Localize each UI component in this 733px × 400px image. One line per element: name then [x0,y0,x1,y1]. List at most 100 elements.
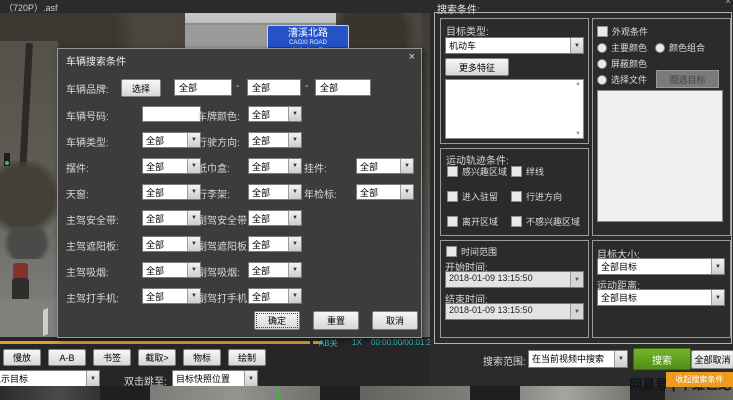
snapshot-thumbnail[interactable] [150,386,320,400]
travel-direction-checkbox[interactable] [511,191,522,202]
dropdown-arrow-icon[interactable]: ▼ [570,304,583,319]
enter-dwell-checkbox-row[interactable]: 进入驻留 [447,190,511,203]
leave-region-checkbox-row[interactable]: 离开区域 [447,215,511,228]
inspection-mark-select[interactable]: 全部▼ [356,184,414,200]
dropdown-arrow-icon[interactable]: ▼ [288,289,301,303]
dropdown-arrow-icon[interactable]: ▼ [288,185,301,199]
scroll-up-icon[interactable]: ▲ [575,81,581,87]
driver-seatbelt-select[interactable]: 全部▼ [142,210,201,226]
a-b-button[interactable]: A-B [48,349,86,366]
cancel-all-button[interactable]: 全部取消 [691,350,733,369]
bookmark-button[interactable]: 书签 [93,349,131,366]
appearance-checkbox-row[interactable]: 外观条件 [597,25,648,38]
brand-level1-box[interactable]: 全部 [174,79,232,96]
dropdown-arrow-icon[interactable]: ▼ [86,371,99,386]
driver-smoking-label: 主驾吸烟: [66,264,109,279]
snapshot-thumbnail[interactable] [0,386,100,400]
dropdown-arrow-icon[interactable]: ▼ [288,133,301,147]
dropdown-arrow-icon[interactable]: ▼ [400,159,413,173]
tissue-box-select[interactable]: 全部▼ [248,158,302,174]
non-interest-region-checkbox[interactable] [511,216,522,227]
choose-file-radio[interactable] [597,75,607,85]
end-time-select[interactable]: 2018-01-09 13:15:50▼ [445,303,584,320]
brand-select-button[interactable]: 选择 [121,79,161,97]
reset-button[interactable]: 重置 [313,311,359,330]
leave-region-checkbox[interactable] [447,216,458,227]
passenger-smoking-select[interactable]: 全部▼ [248,262,302,278]
dialog-form-rows: 车辆号码:车牌颜色:全部▼车辆类型:全部▼行驶方向:全部▼摆件:全部▼纸巾盒:全… [58,106,421,314]
cancel-button[interactable]: 取消 [372,311,418,330]
snapshot-thumbnail[interactable] [520,386,630,400]
search-range-select[interactable]: 在当前视频中搜索▼ [528,350,628,368]
vehicle-type-select[interactable]: 全部▼ [142,132,201,148]
more-features-button[interactable]: 更多特征 [445,58,509,76]
dropdown-arrow-icon[interactable]: ▼ [288,263,301,277]
passenger-seatbelt-select[interactable]: 全部▼ [248,210,302,226]
interest-region-checkbox[interactable] [447,166,458,177]
close-icon[interactable]: × [409,51,415,63]
interest-region-checkbox-row[interactable]: 感兴趣区域 [447,165,511,178]
start-time-select[interactable]: 2018-01-09 13:15:50▼ [445,271,584,288]
ornament-select[interactable]: 全部▼ [142,158,201,174]
target-type-select[interactable]: 机动车▼ [445,37,584,54]
dropdown-arrow-icon[interactable]: ▼ [288,107,301,121]
enter-dwell-checkbox[interactable] [447,191,458,202]
travel-direction-checkbox-row[interactable]: 行进方向 [511,190,584,203]
brand-level2-box[interactable]: 全部 [247,79,301,96]
time-range-checkbox[interactable] [446,246,457,257]
dropdown-arrow-icon[interactable]: ▼ [288,211,301,225]
mask-color-radio[interactable] [597,59,607,69]
feature-listbox[interactable]: ▲ ▼ [445,79,584,139]
ok-button[interactable]: 确定 [254,311,300,330]
plate-color-select[interactable]: 全部▼ [248,106,302,122]
dropdown-arrow-icon[interactable]: ▼ [288,237,301,251]
collapse-search-button[interactable]: 收起搜索条件 [666,372,733,387]
color-combo-radio[interactable] [655,43,665,53]
dropdown-arrow-icon[interactable]: ▼ [711,259,724,274]
driver-smoking-select[interactable]: 全部▼ [142,262,201,278]
movement-distance-select[interactable]: 全部目标▼ [597,289,725,306]
object-mark-button[interactable]: 物标 [183,349,221,366]
scroll-up-icon[interactable]: ^ [726,0,730,8]
seek-bar[interactable] [0,341,310,344]
vehicle-number-input[interactable] [142,106,201,122]
circle-target-button[interactable]: 圈选目标 [656,70,719,88]
search-button[interactable]: 搜索 [633,348,691,370]
dropdown-arrow-icon[interactable]: ▼ [400,185,413,199]
driver-sun-visor-select[interactable]: 全部▼ [142,236,201,252]
sunroof-select[interactable]: 全部▼ [142,184,201,200]
trip-line-checkbox-row[interactable]: 绊线 [511,165,584,178]
appearance-checkbox[interactable] [597,26,608,37]
driver-phone-select[interactable]: 全部▼ [142,288,201,304]
pendant-select[interactable]: 全部▼ [356,158,414,174]
show-target-select[interactable]: 显示目标▼ [0,370,100,387]
scroll-down-icon[interactable]: ▼ [575,131,581,137]
draw-button[interactable]: 绘制 [228,349,266,366]
time-range-checkbox-row[interactable]: 时间范围 [446,245,497,258]
choose-file-radio-row[interactable]: 选择文件 [597,73,647,86]
brand-level3-box[interactable]: 全部 [315,79,371,96]
dropdown-arrow-icon[interactable]: ▼ [570,272,583,287]
driving-direction-select[interactable]: 全部▼ [248,132,302,148]
dropdown-arrow-icon[interactable]: ▼ [711,290,724,305]
dropdown-arrow-icon[interactable]: ▼ [288,159,301,173]
main-color-radio-row[interactable]: 主要颜色 [597,41,647,54]
driver-seatbelt-label: 主驾安全带: [66,212,119,227]
leave-region-label: 离开区域 [462,215,498,228]
dropdown-arrow-icon[interactable]: ▼ [614,351,627,367]
target-size-select[interactable]: 全部目标▼ [597,258,725,275]
trip-line-checkbox[interactable] [511,166,522,177]
slow-play-button[interactable]: 慢放 [3,349,41,366]
jump-position-select[interactable]: 目标快照位置▼ [172,370,258,387]
snapshot-thumbnail[interactable] [360,386,470,400]
luggage-rack-select[interactable]: 全部▼ [248,184,302,200]
color-combo-radio-row[interactable]: 颜色组合 [655,41,705,54]
mask-color-radio-row[interactable]: 屏蔽颜色 [597,57,647,70]
passenger-phone-select[interactable]: 全部▼ [248,288,302,304]
main-color-radio[interactable] [597,43,607,53]
capture-button[interactable]: 截取> [138,349,176,366]
passenger-sun-visor-select[interactable]: 全部▼ [248,236,302,252]
dropdown-arrow-icon[interactable]: ▼ [244,371,257,386]
non-interest-region-checkbox-row[interactable]: 不感兴趣区域 [511,215,584,228]
dropdown-arrow-icon[interactable]: ▼ [570,38,583,53]
